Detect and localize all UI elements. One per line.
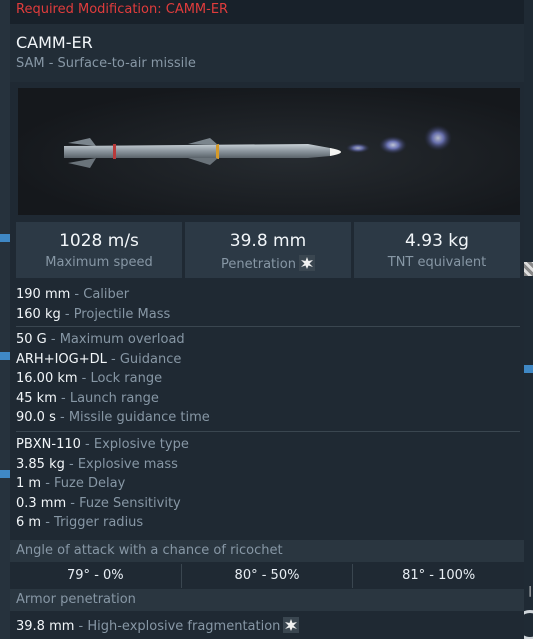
background-band [0,234,10,242]
stat-maximum-speed: 1028 m/s Maximum speed [16,222,182,278]
list-item: 6 m - Trigger radius [16,513,520,533]
spec-label: - Caliber [70,287,130,302]
spec-value: 1 m [16,476,42,492]
stat-label: Maximum speed [45,255,153,270]
spec-value: 6 m [16,515,42,531]
stat-penetration: 39.8 mm Penetration [185,222,351,278]
missile-illustration [64,125,452,168]
spec-value: PBXN-110 [16,437,81,452]
spec-value: 0.3 mm [16,495,67,511]
spec-label: - Explosive mass [64,456,178,472]
spec-label: - Launch range [56,390,159,406]
spec-value: 160 kg [16,306,61,322]
divider [16,326,520,327]
background-band [524,365,533,373]
background-left-panel [0,0,10,639]
stat-label-wrap: Penetration [185,255,351,272]
stats-bar: 1028 m/s Maximum speed 39.8 mm Penetrati… [16,222,520,278]
list-item: 50 G - Maximum overload [16,330,520,350]
ricochet-header: Angle of attack with a chance of ricoche… [10,540,524,562]
spec-label: - Missile guidance time [55,410,210,426]
background-band [0,352,10,360]
list-item: 39.8 mm - High-explosive fragmentation [16,617,520,637]
spec-label: - Lock range [77,371,163,387]
stat-label: Penetration [221,257,296,272]
group-explosive: PBXN-110 - Explosive type 3.85 kg - Expl… [16,435,520,533]
weapon-title: CAMM-ER [16,33,93,52]
list-item: 160 kg - Projectile Mass [16,305,520,325]
penetration-icon [283,617,300,633]
list-item: 190 mm - Caliber [16,285,520,305]
spec-value: 39.8 mm [16,619,75,634]
penetration-icon [298,255,315,271]
weapon-subtitle: SAM - Surface-to-air missile [16,56,196,71]
list-item: 1 m - Fuze Delay [16,474,520,494]
group-dimensions: 190 mm - Caliber 160 kg - Projectile Mas… [16,285,520,324]
spec-value: 16.00 km [16,371,78,387]
checker-icon [524,262,533,276]
spec-label: - High-explosive fragmentation [74,619,281,634]
armor-penetration-row: 39.8 mm - High-explosive fragmentation [16,617,520,637]
required-modification: Required Modification: CAMM-ER [10,0,524,24]
list-item: PBXN-110 - Explosive type [16,435,520,455]
ricochet-cell: 79° - 0% [10,564,182,588]
spec-value: 3.85 kg [16,456,65,472]
stat-tnt-equivalent: 4.93 kg TNT equivalent [354,222,520,278]
spec-label: - Guidance [106,351,182,367]
stat-value: 4.93 kg [405,231,469,251]
list-item: 45 km - Launch range [16,389,520,409]
background-glyph: | [528,584,532,597]
spec-label: - Projectile Mass [60,306,171,322]
spec-value: 50 G [16,332,47,347]
ricochet-table: 79° - 0% 80° - 50% 81° - 100% [10,564,524,588]
list-item: 3.85 kg - Explosive mass [16,455,520,475]
spec-value: 190 mm [16,287,71,302]
missile-image [18,88,520,215]
spec-label: - Fuze Sensitivity [66,495,181,511]
spec-value: 90.0 s [16,410,56,426]
spec-value: 45 km [16,390,57,406]
stat-value: 39.8 mm [229,231,307,251]
spec-label: - Fuze Delay [41,476,126,492]
ricochet-cell: 81° - 100% [402,568,476,583]
spec-value: ARH+IOG+DL [16,351,107,367]
ricochet-cell: 80° - 50% [182,564,354,588]
group-guidance: 50 G - Maximum overload ARH+IOG+DL - Gui… [16,330,520,428]
background-right-panel: | [515,0,533,639]
list-item: 90.0 s - Missile guidance time [16,408,520,428]
weapon-tooltip: Required Modification: CAMM-ER CAMM-ER S… [10,0,524,639]
spec-label: - Trigger radius [41,515,144,531]
list-item: 0.3 mm - Fuze Sensitivity [16,494,520,514]
stat-value: 1028 m/s [59,231,139,251]
tooltip-header: CAMM-ER SAM - Surface-to-air missile [10,24,524,82]
list-item: ARH+IOG+DL - Guidance [16,350,520,370]
spec-label: - Explosive type [80,437,189,452]
armor-penetration-header: Armor penetration [10,589,524,611]
list-item: 16.00 km - Lock range [16,369,520,389]
background-band [0,470,10,478]
divider [16,431,520,432]
spec-label: - Maximum overload [46,332,185,347]
stat-label: TNT equivalent [387,255,487,270]
